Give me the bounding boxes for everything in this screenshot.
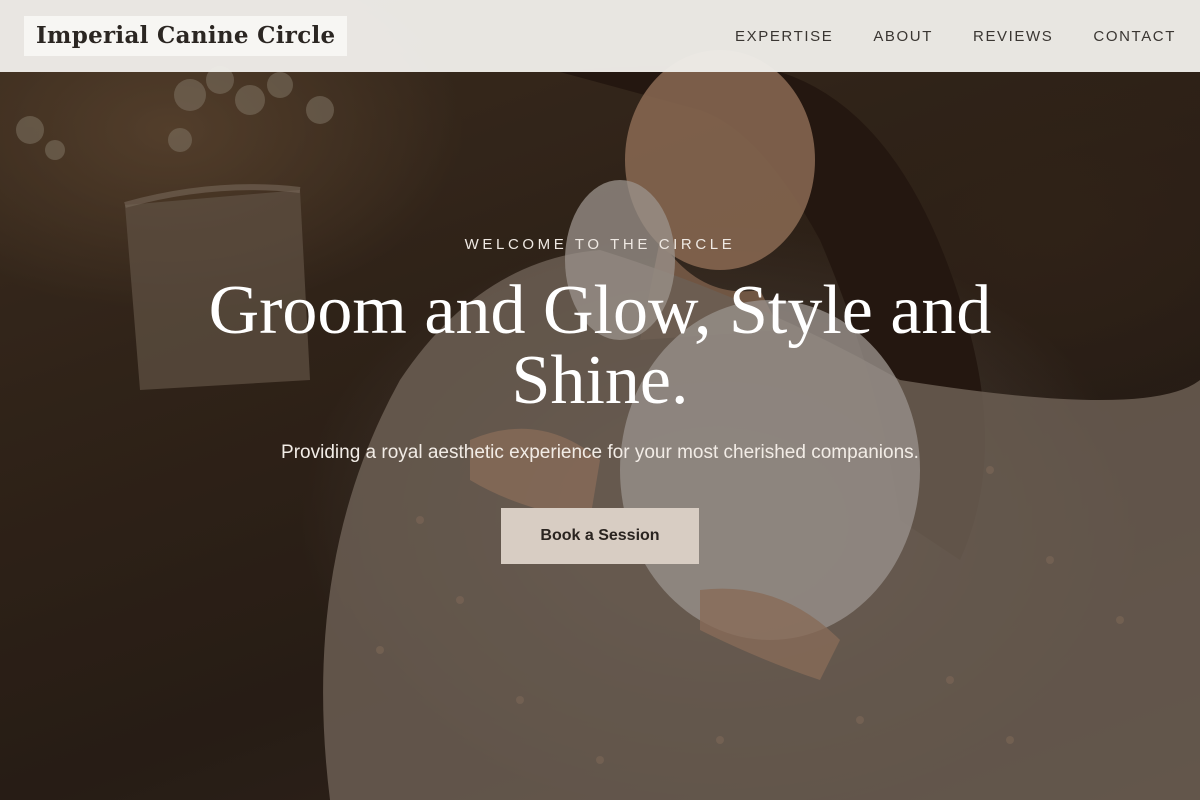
site-header: Imperial Canine Circle EXPERTISE ABOUT R… bbox=[0, 0, 1200, 72]
hero-eyebrow: WELCOME TO THE CIRCLE bbox=[464, 236, 736, 253]
brand-name: Imperial Canine Circle bbox=[36, 22, 336, 49]
nav-link-expertise[interactable]: EXPERTISE bbox=[735, 28, 833, 45]
nav-link-reviews[interactable]: REVIEWS bbox=[973, 28, 1053, 45]
nav-link-contact[interactable]: CONTACT bbox=[1093, 28, 1176, 45]
book-session-button[interactable]: Book a Session bbox=[501, 508, 699, 564]
hero-subline: Providing a royal aesthetic experience f… bbox=[281, 442, 919, 463]
main-nav: EXPERTISE ABOUT REVIEWS CONTACT bbox=[735, 28, 1176, 45]
brand-logo[interactable]: Imperial Canine Circle bbox=[24, 16, 348, 56]
nav-link-about[interactable]: ABOUT bbox=[873, 28, 933, 45]
hero-headline: Groom and Glow, Style and Shine. bbox=[208, 272, 992, 419]
